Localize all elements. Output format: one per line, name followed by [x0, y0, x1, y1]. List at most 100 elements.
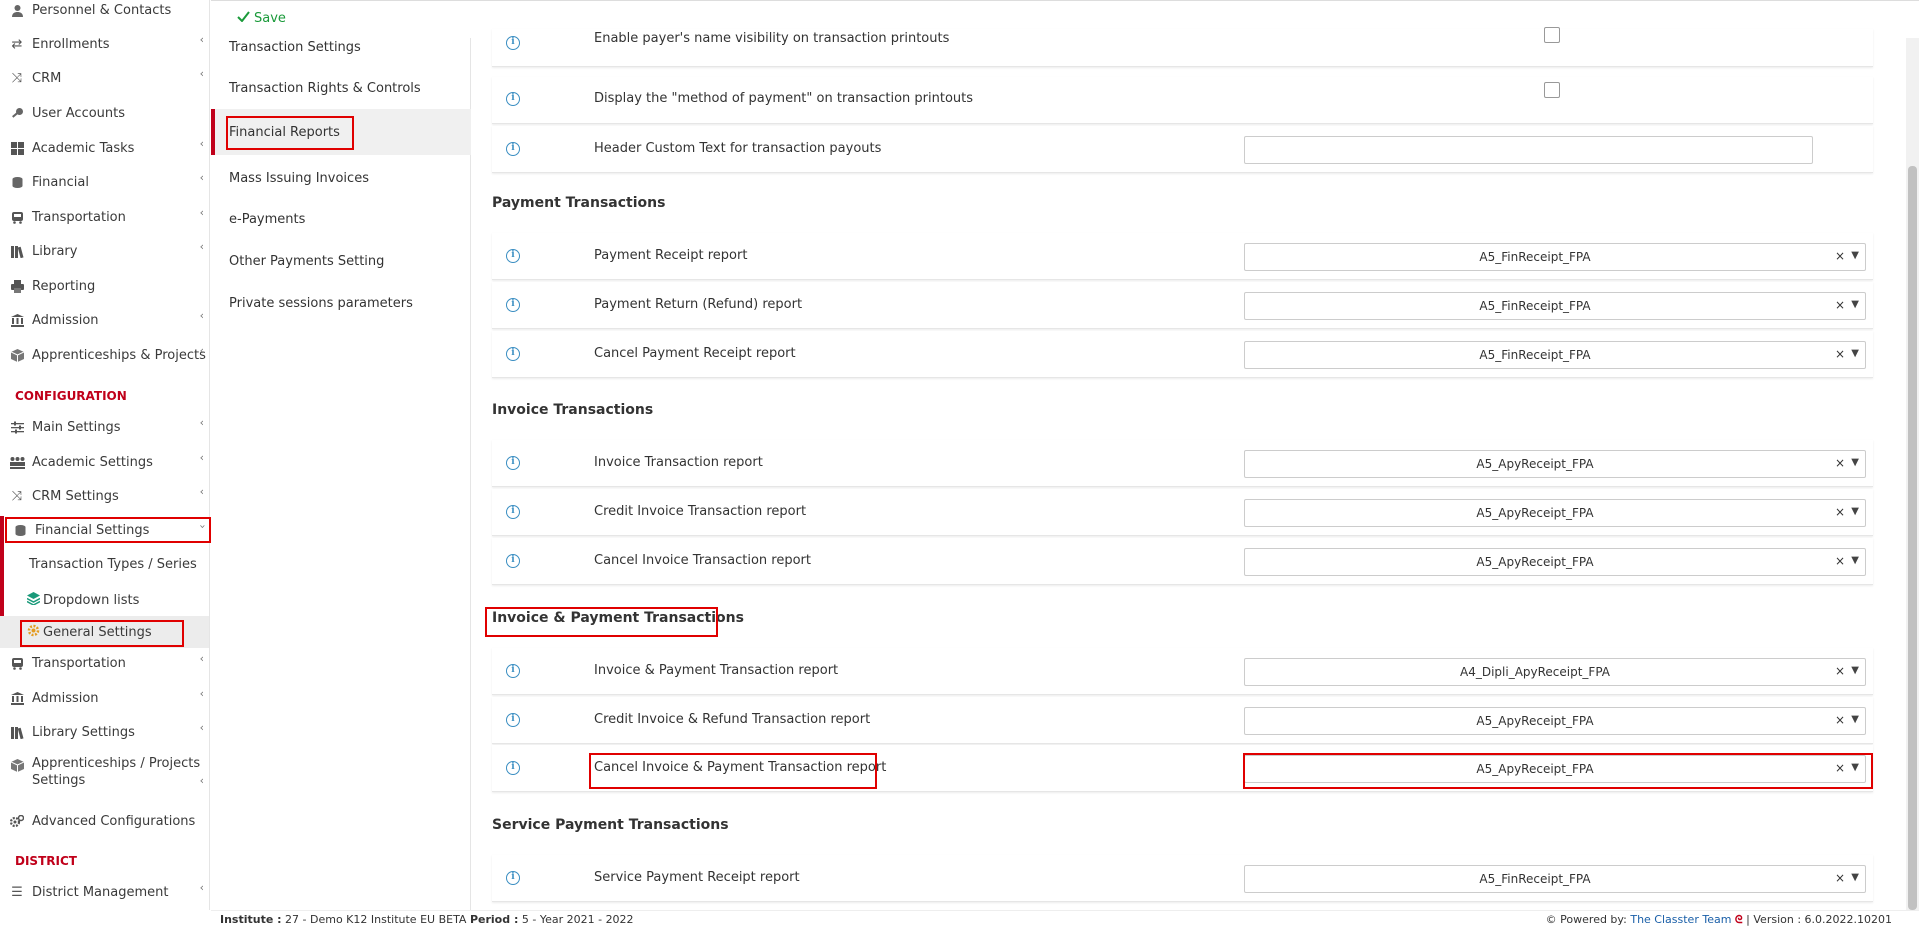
report-select[interactable]: A5_ApyReceipt_FPA × ▼	[1244, 707, 1866, 735]
sidebar-item-admission[interactable]: Admission ‹	[0, 303, 209, 337]
sidebar-item-label: Library	[32, 243, 78, 259]
sidebar-item-personnel-contacts[interactable]: Personnel & Contacts	[0, 0, 209, 27]
clear-icon[interactable]: ×	[1835, 664, 1845, 678]
sidebar-item-transportation-settings[interactable]: Transportation ‹	[0, 646, 209, 680]
sidebar-item-district-management[interactable]: ☰ District Management ‹	[0, 875, 209, 909]
report-select[interactable]: A5_FinReceipt_FPA × ▼	[1244, 865, 1866, 893]
clear-icon[interactable]: ×	[1835, 871, 1845, 885]
submenu-item-transaction-rights-controls[interactable]: Transaction Rights & Controls	[211, 67, 471, 109]
sidebar-item-reporting[interactable]: Reporting	[0, 269, 209, 303]
report-select[interactable]: A4_Dipli_ApyReceipt_FPA × ▼	[1244, 658, 1866, 686]
info-icon[interactable]: i	[506, 36, 520, 50]
submenu-item-label: Financial Reports	[229, 124, 340, 140]
sidebar-subitem-general-settings[interactable]: General Settings	[0, 616, 209, 648]
scrollbar[interactable]	[1906, 38, 1919, 910]
info-icon[interactable]: i	[506, 554, 520, 568]
sidebar-item-advanced-configurations[interactable]: Advanced Configurations	[0, 804, 209, 838]
submenu-item-private-sessions-parameters[interactable]: Private sessions parameters	[211, 282, 471, 324]
info-icon[interactable]: i	[506, 761, 520, 775]
sidebar-item-label: Library Settings	[32, 724, 135, 740]
clear-icon[interactable]: ×	[1835, 761, 1845, 775]
books-icon	[9, 724, 25, 740]
section-title-invoice-transactions: Invoice Transactions	[492, 402, 654, 418]
caret-down-icon[interactable]: ▼	[1851, 762, 1859, 773]
clear-icon[interactable]: ×	[1835, 554, 1845, 568]
payer-name-visibility-checkbox[interactable]	[1544, 27, 1560, 43]
sidebar-item-crm-settings[interactable]: ⤨ CRM Settings ‹	[0, 479, 209, 513]
report-select[interactable]: A5_ApyReceipt_FPA × ▼	[1244, 450, 1866, 478]
select-value: A5_ApyReceipt_FPA	[1476, 457, 1594, 471]
sidebar-item-label: Academic Settings	[32, 454, 153, 470]
caret-down-icon[interactable]: ▼	[1851, 555, 1859, 566]
submenu-item-e-payments[interactable]: e-Payments	[211, 198, 471, 240]
clear-icon[interactable]: ×	[1835, 456, 1845, 470]
info-icon[interactable]: i	[506, 298, 520, 312]
sidebar-item-academic-tasks[interactable]: Academic Tasks ‹	[0, 131, 209, 165]
save-button[interactable]: Save	[237, 11, 286, 26]
info-icon[interactable]: i	[506, 871, 520, 885]
submenu-item-label: Transaction Settings	[229, 39, 361, 55]
info-icon[interactable]: i	[506, 664, 520, 678]
setting-row: i Credit Invoice & Refund Transaction re…	[492, 697, 1873, 744]
info-icon[interactable]: i	[506, 456, 520, 470]
clear-icon[interactable]: ×	[1835, 249, 1845, 263]
info-icon[interactable]: i	[506, 505, 520, 519]
submenu-item-financial-reports[interactable]: Financial Reports	[211, 109, 471, 155]
sidebar-item-admission-settings[interactable]: Admission ‹	[0, 681, 209, 715]
caret-down-icon[interactable]: ▼	[1851, 457, 1859, 468]
sidebar-subitem-dropdown-lists[interactable]: Dropdown lists	[0, 584, 209, 616]
sidebar-item-main-settings[interactable]: Main Settings ‹	[0, 410, 209, 444]
report-select[interactable]: A5_ApyReceipt_FPA × ▼	[1244, 499, 1866, 527]
sidebar-subitem-transaction-types-series[interactable]: Transaction Types / Series	[0, 548, 209, 580]
select-value: A5_FinReceipt_FPA	[1479, 872, 1591, 886]
chevron-left-icon: ‹	[199, 344, 204, 357]
report-select[interactable]: A5_FinReceipt_FPA × ▼	[1244, 341, 1866, 369]
clear-icon[interactable]: ×	[1835, 298, 1845, 312]
sidebar-item-financial-settings[interactable]: Financial Settings ‹	[0, 513, 209, 547]
header-custom-text-input[interactable]	[1244, 136, 1813, 164]
info-icon[interactable]: i	[506, 142, 520, 156]
sidebar-item-label: Dropdown lists	[43, 592, 140, 608]
report-select[interactable]: A5_ApyReceipt_FPA × ▼	[1244, 548, 1866, 576]
check-icon	[237, 11, 250, 26]
sidebar-item-library-settings[interactable]: Library Settings ‹	[0, 715, 209, 749]
caret-down-icon[interactable]: ▼	[1851, 250, 1859, 261]
submenu-item-transaction-settings[interactable]: Transaction Settings	[211, 26, 471, 68]
clear-icon[interactable]: ×	[1835, 713, 1845, 727]
info-icon[interactable]: i	[506, 713, 520, 727]
sidebar-item-apprenticeships-projects-settings[interactable]: Apprenticeships / Projects Settings ‹	[0, 755, 209, 795]
report-select[interactable]: A5_FinReceipt_FPA × ▼	[1244, 292, 1866, 320]
info-icon[interactable]: i	[506, 92, 520, 106]
classter-logo-icon: ᘓ	[1734, 913, 1743, 926]
scrollbar-thumb[interactable]	[1908, 166, 1917, 910]
method-of-payment-checkbox[interactable]	[1544, 82, 1560, 98]
sidebar-item-label: Apprenticeships & Projects	[32, 347, 206, 363]
sidebar-item-academic-settings[interactable]: Academic Settings ‹	[0, 445, 209, 479]
info-icon[interactable]: i	[506, 249, 520, 263]
sidebar-item-library[interactable]: Library ‹	[0, 234, 209, 268]
setting-row: i Service Payment Receipt report A5_FinR…	[492, 855, 1873, 902]
sidebar-item-apprenticeships-projects[interactable]: Apprenticeships & Projects ‹	[0, 338, 209, 372]
sidebar-item-financial[interactable]: Financial ‹	[0, 165, 209, 199]
caret-down-icon[interactable]: ▼	[1851, 299, 1859, 310]
report-select[interactable]: A5_ApyReceipt_FPA × ▼	[1244, 755, 1866, 783]
sidebar-item-user-accounts[interactable]: User Accounts	[0, 96, 209, 130]
caret-down-icon[interactable]: ▼	[1851, 665, 1859, 676]
submenu-item-other-payments-setting[interactable]: Other Payments Setting	[211, 240, 471, 282]
chevron-left-icon: ‹	[199, 240, 204, 253]
sidebar-item-transportation[interactable]: Transportation ‹	[0, 200, 209, 234]
sidebar-item-label: Personnel & Contacts	[32, 2, 172, 18]
submenu-item-mass-issuing-invoices[interactable]: Mass Issuing Invoices	[211, 157, 471, 199]
info-icon[interactable]: i	[506, 347, 520, 361]
report-select[interactable]: A5_FinReceipt_FPA × ▼	[1244, 243, 1866, 271]
classter-team-link[interactable]: The Classter Team	[1630, 913, 1731, 926]
clear-icon[interactable]: ×	[1835, 347, 1845, 361]
clear-icon[interactable]: ×	[1835, 505, 1845, 519]
caret-down-icon[interactable]: ▼	[1851, 872, 1859, 883]
caret-down-icon[interactable]: ▼	[1851, 506, 1859, 517]
sidebar-item-crm[interactable]: ⤨ CRM ‹	[0, 61, 209, 95]
caret-down-icon[interactable]: ▼	[1851, 348, 1859, 359]
sidebar-item-label: CRM	[32, 70, 62, 86]
sidebar-item-enrollments[interactable]: ⇄ Enrollments ‹	[0, 27, 209, 61]
caret-down-icon[interactable]: ▼	[1851, 714, 1859, 725]
